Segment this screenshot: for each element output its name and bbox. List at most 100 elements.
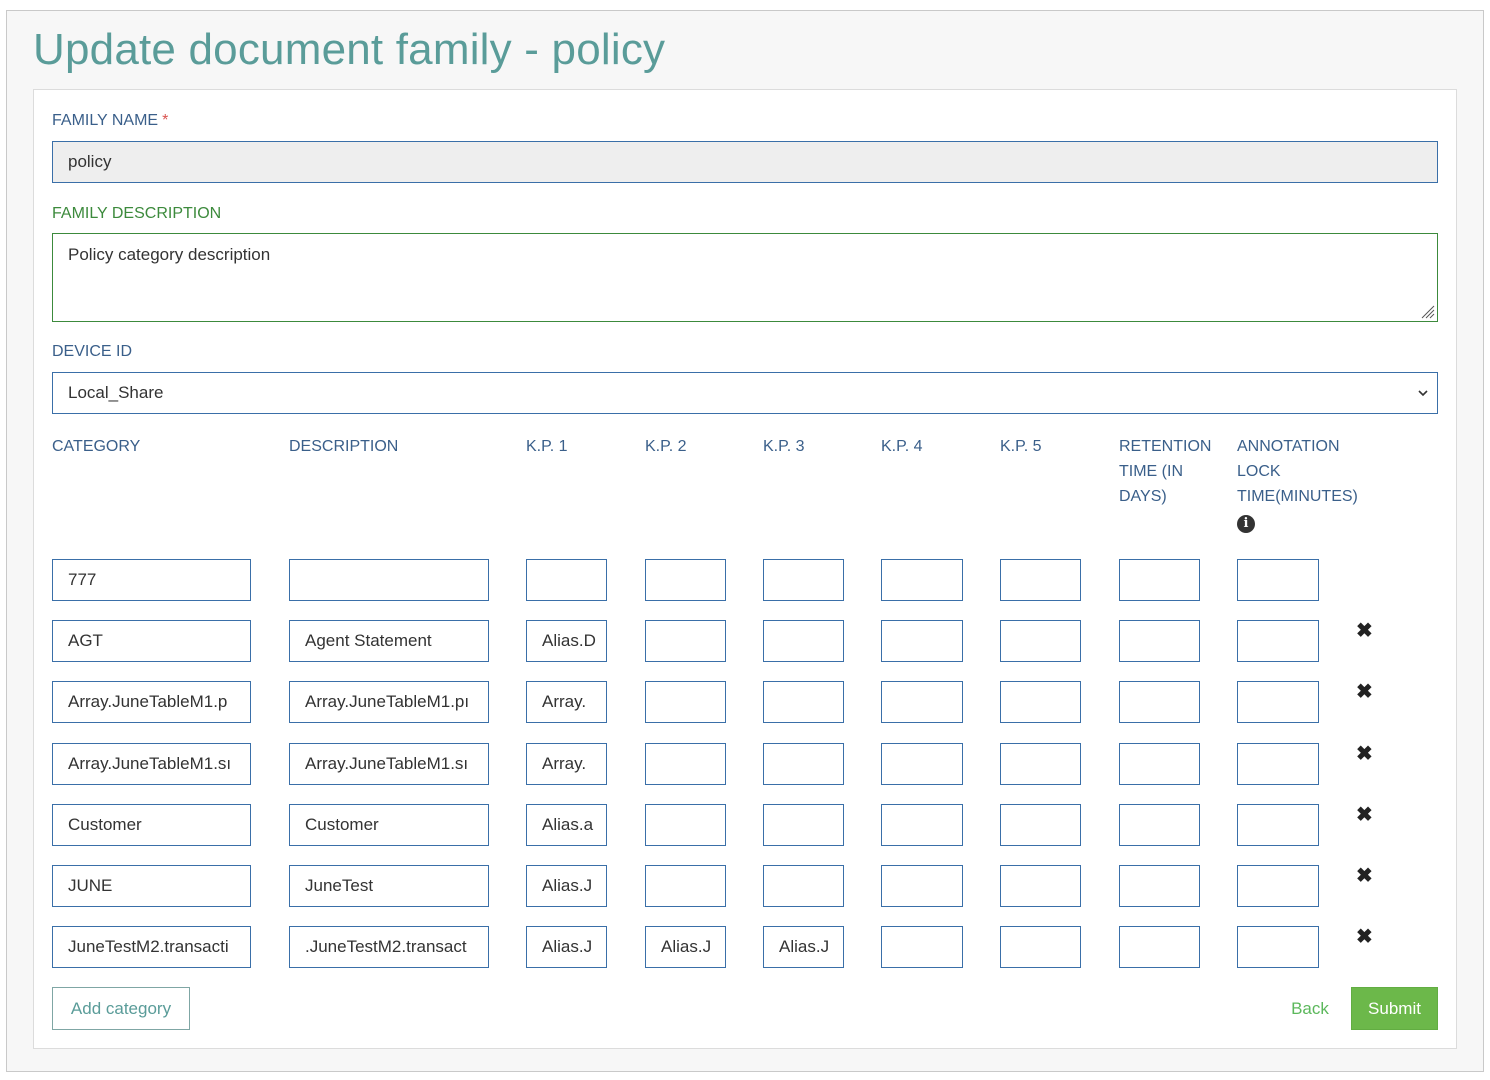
retention-input[interactable]	[1119, 865, 1200, 907]
kp4-input[interactable]	[881, 559, 963, 601]
annotation-input[interactable]	[1237, 926, 1319, 968]
kp4-input[interactable]	[881, 620, 963, 662]
kp2-input[interactable]	[645, 743, 726, 785]
kp1-input[interactable]: Array.	[526, 743, 607, 785]
kp3-input[interactable]	[763, 559, 844, 601]
kp4-input[interactable]	[881, 865, 963, 907]
close-x-icon[interactable]: ✖	[1356, 682, 1373, 702]
kp2-input[interactable]	[645, 559, 726, 601]
annotation-input[interactable]	[1237, 743, 1319, 785]
kp1-input[interactable]	[526, 559, 607, 601]
annotation-input[interactable]	[1237, 620, 1319, 662]
annotation-input[interactable]	[1237, 804, 1319, 846]
header-retention-line1: RETENTION	[1119, 438, 1212, 455]
kp1-input[interactable]: Alias.a	[526, 804, 607, 846]
kp1-input[interactable]: Alias.D	[526, 620, 607, 662]
header-description: DESCRIPTION	[289, 438, 399, 455]
device-id-select[interactable]: Local_Share	[52, 372, 1438, 414]
header-annotation-lock-time: ANNOTATION LOCK TIME(MINUTES) i	[1237, 434, 1358, 533]
retention-input[interactable]	[1119, 559, 1200, 601]
kp1-input[interactable]: Alias.J	[526, 926, 607, 968]
kp5-input[interactable]	[1000, 865, 1081, 907]
header-retention-line3: DAYS)	[1119, 488, 1167, 505]
retention-input[interactable]	[1119, 681, 1200, 723]
category-input[interactable]: Array.JuneTableM1.sı	[52, 743, 251, 785]
header-annotation-line1: ANNOTATION	[1237, 438, 1340, 455]
category-input[interactable]: Array.JuneTableM1.p	[52, 681, 251, 723]
submit-button[interactable]: Submit	[1351, 987, 1438, 1030]
annotation-input[interactable]	[1237, 559, 1319, 601]
close-x-icon[interactable]: ✖	[1356, 621, 1373, 641]
info-circle-icon[interactable]: i	[1237, 515, 1255, 533]
family-description-label: FAMILY DESCRIPTION	[52, 205, 222, 222]
category-input[interactable]: 777	[52, 559, 251, 601]
kp3-input[interactable]	[763, 865, 844, 907]
header-retention-line2: TIME (IN	[1119, 463, 1183, 480]
category-input[interactable]: JUNE	[52, 865, 251, 907]
category-input[interactable]: JuneTestM2.transacti	[52, 926, 251, 968]
kp3-input[interactable]	[763, 620, 844, 662]
add-category-button[interactable]: Add category	[52, 987, 190, 1030]
kp5-input[interactable]	[1000, 926, 1081, 968]
kp4-input[interactable]	[881, 681, 963, 723]
kp4-input[interactable]	[881, 743, 963, 785]
retention-input[interactable]	[1119, 926, 1200, 968]
kp5-input[interactable]	[1000, 681, 1081, 723]
family-name-label-text: FAMILY NAME	[52, 112, 159, 129]
device-id-label: DEVICE ID	[52, 343, 133, 360]
kp3-input[interactable]: Alias.J	[763, 926, 844, 968]
kp2-input[interactable]	[645, 620, 726, 662]
back-button[interactable]: Back	[1278, 987, 1342, 1030]
kp2-input[interactable]	[645, 681, 726, 723]
kp1-input[interactable]: Alias.J	[526, 865, 607, 907]
kp5-input[interactable]	[1000, 559, 1081, 601]
header-annotation-line2: LOCK	[1237, 463, 1281, 480]
category-input[interactable]: AGT	[52, 620, 251, 662]
retention-input[interactable]	[1119, 743, 1200, 785]
description-input[interactable]	[289, 559, 489, 601]
kp2-input[interactable]	[645, 865, 726, 907]
description-input[interactable]: JuneTest	[289, 865, 489, 907]
annotation-input[interactable]	[1237, 681, 1319, 723]
kp3-input[interactable]	[763, 804, 844, 846]
header-kp3: K.P. 3	[763, 438, 805, 455]
family-name-value: policy	[68, 152, 112, 171]
page-title: Update document family - policy	[33, 25, 666, 74]
kp5-input[interactable]	[1000, 743, 1081, 785]
family-name-label: FAMILY NAME *	[52, 112, 168, 130]
header-kp4: K.P. 4	[881, 438, 923, 455]
description-input[interactable]: Array.JuneTableM1.pı	[289, 681, 489, 723]
kp2-input[interactable]: Alias.J	[645, 926, 726, 968]
device-id-selected: Local_Share	[68, 383, 164, 402]
family-name-input[interactable]: policy	[52, 141, 1438, 183]
description-input[interactable]: Agent Statement	[289, 620, 489, 662]
required-asterisk: *	[162, 112, 169, 129]
description-input[interactable]: Array.JuneTableM1.sı	[289, 743, 489, 785]
retention-input[interactable]	[1119, 620, 1200, 662]
chevron-down-icon	[1418, 390, 1428, 397]
header-kp2: K.P. 2	[645, 438, 687, 455]
retention-input[interactable]	[1119, 804, 1200, 846]
header-kp1: K.P. 1	[526, 438, 568, 455]
kp3-input[interactable]	[763, 681, 844, 723]
close-x-icon[interactable]: ✖	[1356, 866, 1373, 886]
resize-grip-icon[interactable]	[1419, 303, 1435, 319]
kp3-input[interactable]	[763, 743, 844, 785]
kp5-input[interactable]	[1000, 620, 1081, 662]
description-input[interactable]: .JuneTestM2.transact	[289, 926, 489, 968]
family-description-textarea[interactable]: Policy category description	[52, 233, 1438, 322]
kp4-input[interactable]	[881, 804, 963, 846]
kp5-input[interactable]	[1000, 804, 1081, 846]
kp2-input[interactable]	[645, 804, 726, 846]
annotation-input[interactable]	[1237, 865, 1319, 907]
header-annotation-line3: TIME(MINUTES)	[1237, 488, 1358, 505]
category-input[interactable]: Customer	[52, 804, 251, 846]
family-description-value: Policy category description	[68, 245, 271, 264]
kp4-input[interactable]	[881, 926, 963, 968]
header-retention-time: RETENTION TIME (IN DAYS)	[1119, 434, 1211, 509]
kp1-input[interactable]: Array.	[526, 681, 607, 723]
description-input[interactable]: Customer	[289, 804, 489, 846]
close-x-icon[interactable]: ✖	[1356, 805, 1373, 825]
close-x-icon[interactable]: ✖	[1356, 744, 1373, 764]
close-x-icon[interactable]: ✖	[1356, 927, 1373, 947]
